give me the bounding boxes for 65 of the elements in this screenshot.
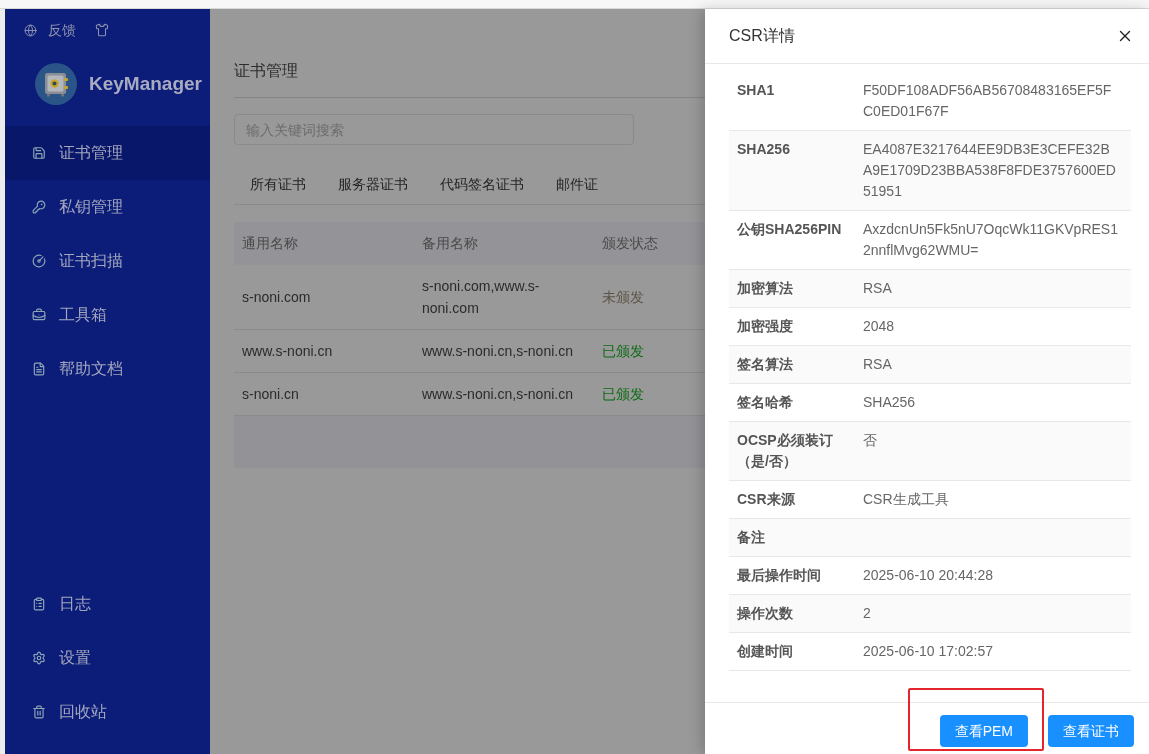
category-tab[interactable]: 邮件证 [556, 174, 598, 195]
field-label: 公钥SHA256PIN [736, 220, 843, 239]
sidebar-item[interactable]: 设置 [5, 631, 210, 685]
field-value: AxzdcnUn5Fk5nU7OqcWk11GKVpRES12nnflMvg62WMU= [862, 220, 1119, 260]
document-icon [32, 362, 46, 376]
app-name: KeyManager [89, 71, 202, 96]
feedback-link[interactable]: 反馈 [48, 19, 76, 41]
field-label: CSR来源 [736, 490, 796, 509]
sidebar-item[interactable]: 私钥管理 [5, 180, 210, 234]
table-cell-text: s-noni.com [241, 288, 312, 307]
field-label: 最后操作时间 [736, 566, 822, 585]
sidebar-item[interactable]: 证书扫描 [5, 234, 210, 288]
field-label: 加密强度 [736, 317, 794, 336]
table-cell-text: www.s-noni.cn,s-noni.cn [421, 342, 574, 361]
sidebar-item[interactable]: 回收站 [5, 685, 210, 739]
table-cell-text: www.s-noni.cn,s-noni.cn [421, 385, 574, 404]
sidebar-item[interactable]: 帮助文档 [5, 342, 210, 396]
clipboard-icon [32, 597, 46, 611]
category-tab[interactable]: 服务器证书 [338, 174, 408, 195]
field-label: 加密算法 [736, 279, 794, 298]
status-text: 已颁发 [601, 385, 645, 404]
field-label: 签名哈希 [736, 393, 794, 412]
drawer-title: CSR详情 [729, 26, 795, 46]
sidebar-item[interactable]: 工具箱 [5, 288, 210, 342]
field-label: 创建时间 [736, 642, 794, 661]
field-label: 签名算法 [736, 355, 794, 374]
briefcase-icon [32, 308, 46, 322]
settings-icon [32, 651, 46, 665]
action-button[interactable]: 查看PEM [939, 715, 1028, 747]
field-label: OCSP必须装订（是/否） [736, 431, 834, 471]
table-cell-text: s-noni.cn [241, 385, 300, 404]
page-title: 证书管理 [234, 61, 299, 81]
field-label: 备注 [736, 528, 766, 547]
field-value: RSA [862, 355, 893, 374]
table-cell-text: s-noni.com,www.s-noni.com [421, 277, 541, 318]
field-value: 2048 [862, 317, 896, 336]
globe-icon[interactable] [24, 23, 37, 37]
field-value: CSR生成工具 [862, 490, 950, 509]
shirt-icon[interactable] [95, 23, 109, 37]
category-tab[interactable]: 所有证书 [250, 174, 306, 195]
column-header: 颁发状态 [601, 234, 659, 253]
trash-icon [32, 705, 46, 719]
key-icon [32, 200, 46, 214]
category-tab[interactable]: 代码签名证书 [440, 174, 524, 195]
column-header: 通用名称 [241, 234, 299, 253]
table-cell-text: www.s-noni.cn [241, 342, 334, 361]
status-text: 已颁发 [601, 342, 645, 361]
safe-logo-icon [35, 63, 77, 105]
status-text: 未颁发 [601, 288, 645, 307]
sidebar-item[interactable]: 日志 [5, 577, 210, 631]
field-label: SHA256 [736, 140, 791, 159]
field-value: 否 [862, 431, 878, 450]
field-value: 2025-06-10 17:02:57 [862, 642, 994, 661]
column-header: 备用名称 [421, 234, 479, 253]
field-value: 2 [862, 604, 872, 623]
field-value: RSA [862, 279, 893, 298]
field-value: SHA256 [862, 393, 917, 412]
field-value: 2025-06-10 20:44:28 [862, 566, 994, 585]
sidebar-item[interactable]: 证书管理 [5, 126, 210, 180]
field-value: F50DF108ADF56AB56708483165EF5FC0ED01F67F [862, 81, 1113, 121]
field-label: 操作次数 [736, 604, 794, 623]
action-button[interactable]: 查看证书 [1048, 715, 1134, 747]
field-value: EA4087E3217644EE9DB3E3CEFE32BA9E1709D23BBA538F8FDE3757600ED51951 [862, 140, 1117, 201]
gauge-icon [32, 254, 46, 268]
field-label: SHA1 [736, 81, 776, 100]
